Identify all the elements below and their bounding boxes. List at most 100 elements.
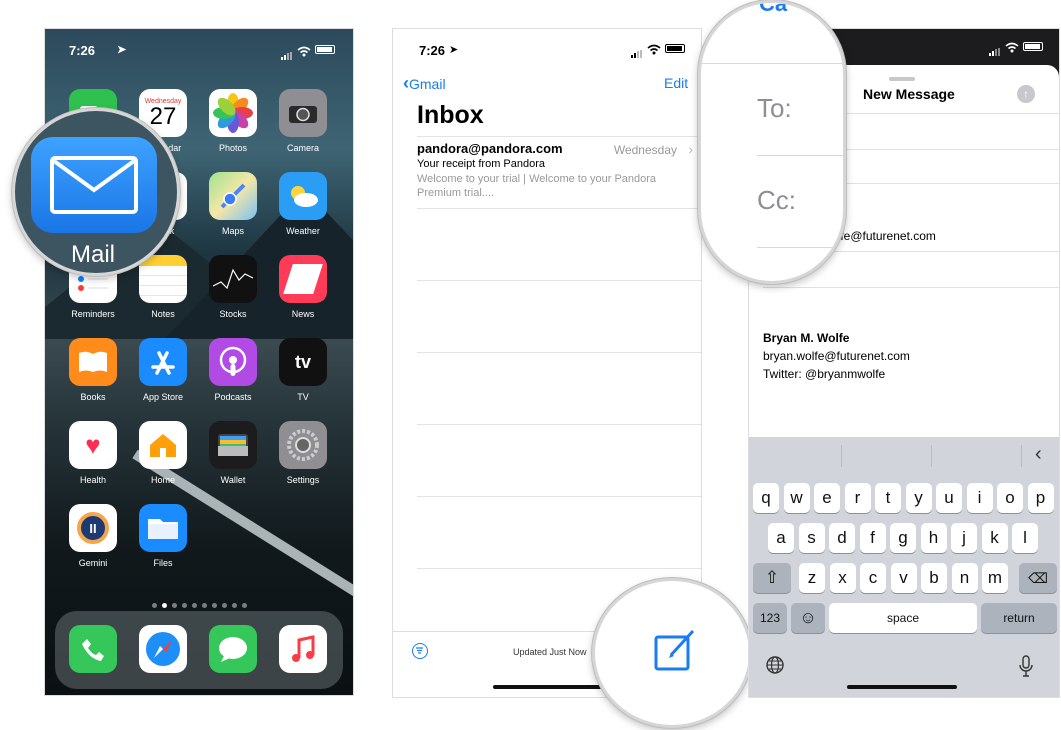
filter-icon[interactable] bbox=[412, 643, 428, 659]
notes-icon bbox=[139, 255, 187, 303]
app-home[interactable]: Home bbox=[131, 421, 195, 485]
podcasts-icon bbox=[209, 338, 257, 386]
compose-magnifier bbox=[592, 578, 752, 728]
message-date: Wednesday bbox=[613, 143, 677, 157]
key-x[interactable]: x bbox=[829, 563, 856, 593]
key-r[interactable]: r bbox=[844, 483, 871, 513]
key-t[interactable]: t bbox=[875, 483, 901, 513]
sheet-grabber[interactable] bbox=[889, 77, 915, 81]
message-row[interactable]: pandora@pandora.com Wednesday › Your rec… bbox=[417, 141, 697, 205]
space-key[interactable]: space bbox=[829, 603, 977, 633]
key-o[interactable]: o bbox=[997, 483, 1023, 513]
signature-name: Bryan M. Wolfe bbox=[763, 331, 850, 345]
weather-icon bbox=[279, 172, 327, 220]
key-l[interactable]: l bbox=[1012, 523, 1038, 553]
key-a[interactable]: a bbox=[768, 523, 794, 553]
app-stocks[interactable]: Stocks bbox=[201, 255, 265, 319]
health-icon: ♥ bbox=[69, 421, 117, 469]
return-key[interactable]: return bbox=[981, 603, 1057, 633]
app-books[interactable]: Books bbox=[61, 338, 125, 402]
status-time: 7:26 bbox=[69, 43, 96, 58]
app-weather[interactable]: Weather bbox=[271, 172, 335, 236]
app-app-store[interactable]: App Store bbox=[131, 338, 195, 402]
key-z[interactable]: z bbox=[799, 563, 825, 593]
safari-icon bbox=[139, 625, 187, 673]
dock-safari[interactable] bbox=[131, 625, 195, 673]
app-label: Maps bbox=[221, 226, 244, 236]
key-m[interactable]: m bbox=[982, 563, 1008, 593]
numbers-key[interactable]: 123 bbox=[753, 603, 787, 633]
key-y[interactable]: y bbox=[905, 483, 932, 513]
key-i[interactable]: i bbox=[966, 483, 993, 513]
mail-magnifier: Mail bbox=[12, 108, 180, 276]
key-u[interactable]: u bbox=[936, 483, 962, 513]
app-podcasts[interactable]: Podcasts bbox=[201, 338, 265, 402]
key-k[interactable]: k bbox=[981, 523, 1008, 553]
signal-icon bbox=[281, 47, 293, 60]
app-gemini[interactable]: II Gemini bbox=[61, 504, 125, 568]
key-e[interactable]: e bbox=[814, 483, 840, 513]
home-indicator bbox=[847, 685, 957, 689]
app-label: Settings bbox=[286, 475, 320, 485]
delete-key[interactable]: ⌫ bbox=[1019, 563, 1057, 593]
edit-button[interactable]: Edit bbox=[664, 75, 688, 91]
app-news[interactable]: News bbox=[271, 255, 335, 319]
battery-icon bbox=[315, 45, 335, 54]
app-camera[interactable]: Camera bbox=[271, 89, 335, 153]
mail-icon[interactable] bbox=[31, 137, 157, 233]
signal-icon bbox=[989, 43, 1001, 61]
wallet-icon bbox=[209, 421, 257, 469]
emoji-key[interactable]: ☺ bbox=[791, 603, 825, 633]
compose-icon[interactable] bbox=[653, 627, 699, 678]
signal-icon bbox=[631, 45, 643, 63]
app-label: Files bbox=[153, 558, 173, 568]
app-settings[interactable]: Settings bbox=[271, 421, 335, 485]
key-v[interactable]: v bbox=[890, 563, 917, 593]
shift-key[interactable]: ⇧ bbox=[753, 563, 791, 593]
signature-block[interactable]: Bryan M. Wolfe bryan.wolfe@futurenet.com… bbox=[763, 329, 910, 383]
message-subject: Your receipt from Pandora bbox=[417, 158, 545, 170]
key-q[interactable]: q bbox=[753, 483, 779, 513]
location-arrow-icon: ➤ bbox=[449, 44, 459, 56]
cc-label[interactable]: Cc: bbox=[757, 185, 796, 216]
dock-messages[interactable] bbox=[201, 625, 265, 673]
chevron-right-icon: › bbox=[688, 141, 693, 157]
dock-music[interactable] bbox=[271, 625, 335, 673]
dock-phone[interactable] bbox=[61, 625, 125, 673]
app-label: Notes bbox=[151, 309, 175, 319]
emoji-icon: ☺ bbox=[799, 608, 817, 627]
send-up-arrow-icon[interactable]: ↑ bbox=[1017, 85, 1035, 103]
app-photos[interactable]: Photos bbox=[201, 89, 265, 153]
battery-icon bbox=[1023, 42, 1043, 51]
key-f[interactable]: f bbox=[859, 523, 886, 553]
back-button[interactable]: ‹Gmail bbox=[403, 73, 446, 94]
messages-icon bbox=[209, 625, 257, 673]
globe-icon[interactable] bbox=[765, 655, 785, 680]
key-p[interactable]: p bbox=[1027, 483, 1054, 513]
app-health[interactable]: ♥ Health bbox=[61, 421, 125, 485]
app-maps[interactable]: Maps bbox=[201, 172, 265, 236]
app-label: Podcasts bbox=[214, 392, 252, 402]
app-files[interactable]: Files bbox=[131, 504, 195, 568]
battery-icon bbox=[665, 44, 685, 53]
app-tv[interactable]: tv TV bbox=[271, 338, 335, 402]
key-s[interactable]: s bbox=[798, 523, 825, 553]
key-w[interactable]: w bbox=[783, 483, 810, 513]
location-arrow-icon: ➤ bbox=[117, 44, 127, 56]
key-c[interactable]: c bbox=[860, 563, 886, 593]
subject-field-text[interactable]: olfe@futurenet.com bbox=[831, 229, 936, 243]
key-g[interactable]: g bbox=[890, 523, 916, 553]
cancel-partial: Ca bbox=[759, 3, 788, 16]
app-wallet[interactable]: Wallet bbox=[201, 421, 265, 485]
microphone-icon[interactable] bbox=[1019, 655, 1033, 682]
app-notes[interactable]: Notes bbox=[131, 255, 195, 319]
chevron-left-icon[interactable]: ‹ bbox=[1035, 443, 1042, 466]
key-n[interactable]: n bbox=[951, 563, 978, 593]
wifi-icon bbox=[1005, 40, 1019, 58]
to-label[interactable]: To: bbox=[757, 93, 792, 124]
key-h[interactable]: h bbox=[920, 523, 947, 553]
key-d[interactable]: d bbox=[829, 523, 855, 553]
key-j[interactable]: j bbox=[951, 523, 977, 553]
stocks-icon bbox=[209, 255, 257, 303]
key-b[interactable]: b bbox=[921, 563, 947, 593]
